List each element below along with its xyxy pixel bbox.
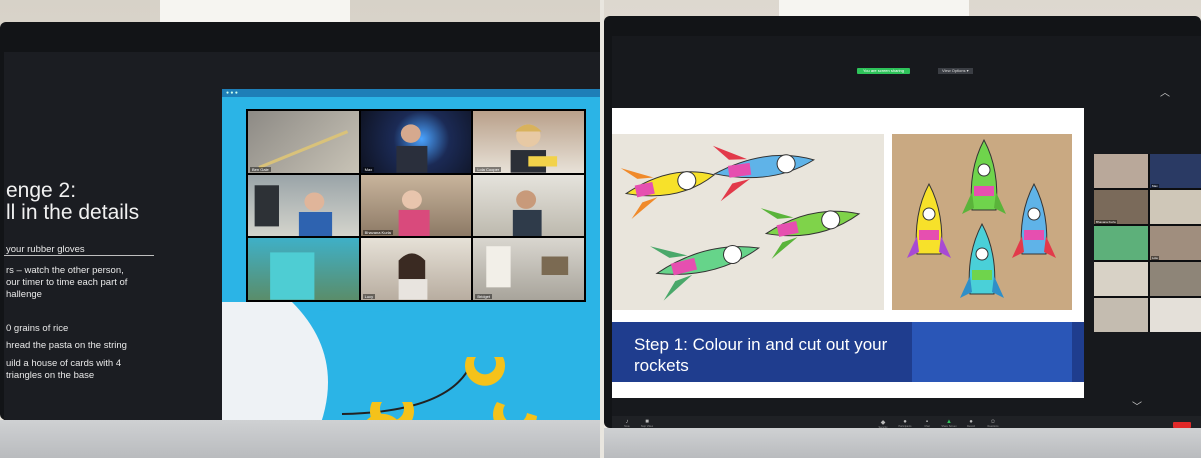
slide-line-5: 0 grains of rice (6, 323, 69, 334)
gallery-tile[interactable]: Bhavana Kurla (1094, 190, 1148, 224)
tile-scene (270, 252, 315, 300)
left-photo: enge 2: ll in the details your rubber gl… (0, 0, 600, 458)
participant-tile[interactable] (248, 174, 359, 237)
pasta-illustration (222, 302, 600, 437)
tile-scene (513, 190, 542, 237)
gallery-tile[interactable]: Max (1150, 154, 1201, 188)
tile-scene (510, 124, 558, 173)
rockets-illustration-left (620, 145, 861, 301)
participant-name: Lucy (362, 294, 376, 299)
chevron-down-icon[interactable]: ﹀ (1132, 398, 1142, 413)
participant-tile[interactable]: Bhavana Kurla (360, 174, 472, 237)
participant-tile[interactable] (473, 174, 584, 237)
participant-gallery: Max Bhavana Kurla Lola (1094, 154, 1201, 332)
slide-line-1: your rubber gloves (6, 244, 85, 255)
left-monitor: enge 2: ll in the details your rubber gl… (0, 22, 600, 437)
slide-line-3: our timer to time each part of (6, 277, 128, 288)
participant-name: Bridget (475, 294, 493, 299)
caption-band-accent (912, 322, 1072, 382)
left-monitor-chin (0, 420, 600, 458)
slide-line-7: uild a house of cards with 4 (6, 358, 122, 369)
rockets-photo-left (612, 134, 884, 310)
screen-sharing-indicator[interactable]: You are screen sharing (857, 68, 910, 74)
participant-tile[interactable]: Max (360, 111, 472, 173)
slide-line-6: hread the pasta on the string (6, 340, 127, 351)
right-monitor: You are screen sharing View Options ▾ ︿ (604, 16, 1201, 436)
tile-scene (254, 184, 333, 237)
tile-scene (398, 253, 428, 300)
apple-logo-icon (896, 434, 918, 456)
right-photo: You are screen sharing View Options ▾ ︿ (604, 0, 1201, 458)
caption-band: Step 1: Colour in and cut out your rocke… (612, 322, 1084, 382)
right-screen: You are screen sharing View Options ▾ ︿ (612, 36, 1201, 436)
rockets-illustration-right (907, 138, 1056, 298)
tile-scene (258, 130, 349, 169)
shared-slide: Step 1: Colour in and cut out your rocke… (612, 108, 1084, 398)
slide-caption: Step 1: Colour in and cut out your rocke… (634, 335, 888, 375)
participant-tile[interactable]: Lola Cooper (473, 111, 584, 173)
left-screen: enge 2: ll in the details your rubber gl… (4, 52, 600, 437)
tile-scene (486, 246, 569, 288)
participant-name: Bhavana Kurla (362, 230, 393, 236)
zoom-window[interactable]: ● ● ● Ben Gale Max Lola Cooper Bhavana K… (222, 89, 600, 437)
gallery-tile[interactable] (1094, 262, 1148, 296)
rockets-photo-right (892, 134, 1072, 310)
tile-scene (398, 190, 430, 237)
slide-line-2: rs – watch the other person, (6, 265, 124, 276)
slide-title-line-2: ll in the details (6, 201, 140, 224)
gallery-name: Bhavana Kurla (1095, 220, 1117, 224)
chevron-up-icon[interactable]: ︿ (1160, 84, 1170, 99)
gallery-tile[interactable] (1094, 298, 1148, 332)
video-grid: Ben Gale Max Lola Cooper Bhavana Kurla L… (246, 109, 586, 302)
gallery-tile[interactable] (1094, 154, 1148, 188)
gallery-tile[interactable] (1094, 226, 1148, 260)
tile-scene (396, 124, 428, 173)
gallery-tile[interactable] (1150, 190, 1201, 224)
gallery-name: Lola (1151, 256, 1159, 260)
slide-line-4: hallenge (6, 289, 42, 300)
view-options-button[interactable]: View Options ▾ (938, 68, 973, 74)
gallery-name: Max (1151, 184, 1159, 188)
participant-tile[interactable] (248, 238, 359, 300)
zoom-titlebar[interactable]: ● ● ● (222, 89, 600, 97)
participant-tile[interactable]: Bridget (473, 238, 584, 300)
right-monitor-chin (604, 428, 1201, 458)
slide-line-8: triangles on the base (6, 370, 95, 381)
participant-tile[interactable]: Ben Gale (248, 111, 359, 173)
participant-name: Lola Cooper (475, 166, 502, 172)
gallery-tile[interactable] (1150, 298, 1201, 332)
gallery-tile[interactable]: Lola (1150, 226, 1201, 260)
gallery-tile[interactable] (1150, 262, 1201, 296)
participant-tile[interactable]: Lucy (360, 238, 472, 300)
participant-name: Max (362, 166, 375, 172)
participant-name: Ben Gale (250, 166, 271, 172)
apple-logo-icon (275, 444, 297, 458)
